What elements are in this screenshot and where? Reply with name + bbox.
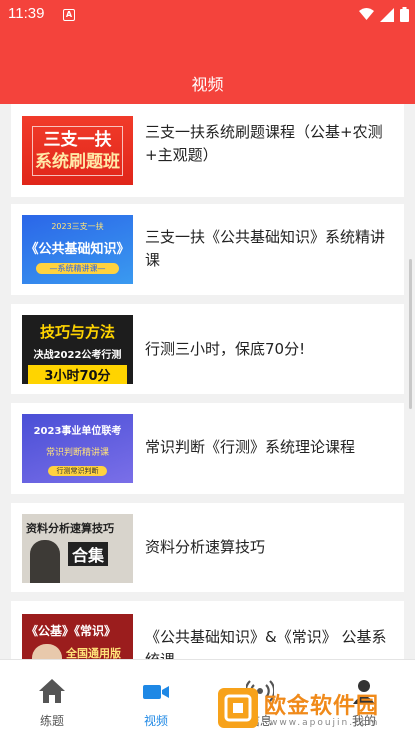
video-title: 常识判断《行测》系统理论课程: [145, 438, 356, 456]
tab-label: 练题: [39, 714, 64, 728]
tab-label: 视频: [143, 714, 168, 728]
tab-practice[interactable]: 练题: [22, 678, 82, 729]
tab-video[interactable]: 视频: [126, 678, 186, 729]
video-title: 资料分析速算技巧: [145, 538, 266, 556]
video-thumbnail: 2023三支一扶 《公共基础知识》 —系统精讲课—: [22, 215, 133, 284]
status-icons: [359, 7, 409, 22]
scrollbar[interactable]: [409, 259, 412, 409]
video-title: 行测三小时，保底70分!: [145, 340, 306, 358]
status-time: 11:39: [8, 5, 45, 22]
video-list[interactable]: 三支一扶 系统刷题班 三支一扶系统刷题课程（公基+农测+主观题） 2023三支一…: [0, 104, 415, 659]
signal-icon: [380, 7, 394, 22]
video-card[interactable]: 三支一扶 系统刷题班 三支一扶系统刷题课程（公基+农测+主观题）: [11, 104, 404, 197]
battery-icon: [400, 7, 409, 22]
presenter-figure: [32, 644, 62, 659]
video-card[interactable]: 2023三支一扶 《公共基础知识》 —系统精讲课— 三支一扶《公共基础知识》系统…: [11, 204, 404, 295]
video-title: 三支一扶《公共基础知识》系统精讲课: [145, 228, 386, 269]
video-card[interactable]: 资料分析速算技巧 合集 资料分析速算技巧: [11, 503, 404, 592]
home-icon: [39, 679, 65, 703]
watermark-logo-icon: [218, 688, 258, 728]
video-title: 《公共基础知识》&《常识》 公基系统课: [145, 628, 387, 659]
status-bar: 11:39 A: [0, 0, 415, 30]
video-card[interactable]: 2023事业单位联考 常识判断精讲课 行测常识判断 常识判断《行测》系统理论课程: [11, 403, 404, 494]
notification-icon: A: [63, 9, 75, 21]
video-thumbnail: 《公基》《常识》 全国通用版: [22, 614, 133, 659]
video-card[interactable]: 技巧与方法 决战2022公考行测 3小时70分 行测三小时，保底70分!: [11, 304, 404, 394]
video-thumbnail: 三支一扶 系统刷题班: [22, 116, 133, 185]
video-thumbnail: 资料分析速算技巧 合集: [22, 514, 133, 583]
video-thumbnail: 技巧与方法 决战2022公考行测 3小时70分: [22, 315, 133, 384]
page-title: 视频: [191, 75, 224, 94]
watermark-url: www.apoujin.com: [270, 718, 380, 728]
wifi-icon: [359, 8, 374, 20]
video-title: 三支一扶系统刷题课程（公基+农测+主观题）: [145, 123, 383, 164]
presenter-figure: [30, 540, 60, 583]
video-card[interactable]: 《公基》《常识》 全国通用版 《公共基础知识》&《常识》 公基系统课: [11, 601, 404, 659]
watermark-text: 欧金软件园: [264, 694, 380, 719]
app-header: 视频: [0, 30, 415, 104]
video-camera-icon: [143, 685, 169, 699]
watermark: 欧金软件园 www.apoujin.com: [218, 686, 410, 736]
video-thumbnail: 2023事业单位联考 常识判断精讲课 行测常识判断: [22, 414, 133, 483]
